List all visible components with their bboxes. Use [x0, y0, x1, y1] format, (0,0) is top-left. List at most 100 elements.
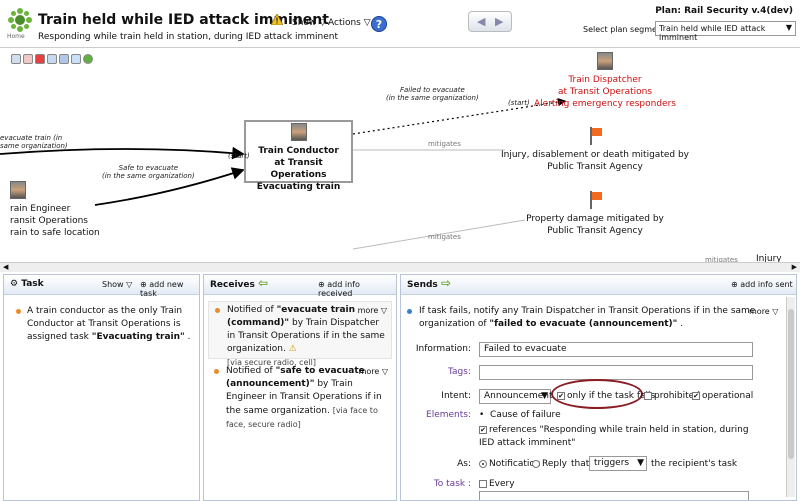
train-engineer-picture-icon — [10, 181, 26, 199]
header-bar: Home Train held while IED attack imminen… — [0, 0, 800, 48]
references-label: references "Responding while train held … — [479, 425, 749, 448]
home-logo-icon[interactable] — [8, 8, 32, 32]
task-description: A train conductor as the only Train Cond… — [16, 305, 196, 344]
add-info-sent-button[interactable]: ⊕ add info sent — [731, 280, 793, 289]
task-panel-header: ⚙ Task Show ▽ ⊕ add new task — [4, 275, 199, 298]
actions-menu[interactable]: Actions ▽ — [328, 18, 371, 28]
checkbox-checked-icon: ✔ — [557, 391, 565, 400]
task-select[interactable] — [479, 491, 749, 500]
node-line: rain to safe location — [10, 228, 100, 238]
mitigates-label: mitigates — [428, 233, 461, 241]
forward-arrow-icon[interactable]: ▶ — [495, 15, 503, 28]
bullet-icon — [214, 369, 219, 374]
edge-label-safe: Safe to evacuate (in the same organizatio… — [102, 164, 195, 180]
edge-line: Failed to evacuate — [399, 86, 465, 94]
reply-radio[interactable]: Reply — [532, 459, 567, 469]
add-new-task-button[interactable]: ⊕ add new task — [140, 280, 199, 298]
train-dispatcher-node[interactable]: Train Dispatcher at Transit Operations A… — [520, 52, 690, 110]
show-menu[interactable]: Show ▽ — [292, 18, 326, 28]
more-label: more — [749, 307, 770, 316]
references-checkbox[interactable]: ✔ references "Responding while train held… — [479, 424, 759, 450]
sends-panel: Sends ⇨ ⊕ add info sent If task fails, n… — [400, 274, 797, 501]
node-line: at Transit Operations — [557, 87, 653, 97]
receive-item[interactable]: more ▽ Notified of "safe to evacuate (an… — [208, 363, 392, 429]
sends-vertical-scrollbar[interactable] — [786, 297, 795, 497]
edge-label-failed: Failed to evacuate (in the same organizat… — [386, 86, 479, 102]
home-label[interactable]: Home — [7, 33, 25, 40]
chevron-down-icon: ▼ — [785, 23, 792, 32]
bullet-icon: • — [479, 410, 485, 420]
risk-node-partial[interactable]: Injury — [756, 253, 782, 262]
mitigates-label: mitigates — [428, 140, 461, 148]
more-menu[interactable]: more ▽ — [358, 304, 387, 317]
start-label: (start) — [228, 152, 250, 160]
receives-panel-header: Receives ⇦ ⊕ add info received — [204, 275, 396, 298]
edge-line: evacuate train (in — [0, 134, 63, 142]
train-conductor-node[interactable]: Train Conductor at Transit Operations Ev… — [244, 120, 353, 192]
risk-injury-node[interactable]: Injury, disablement or death mitigated b… — [500, 127, 690, 173]
node-line: Public Transit Agency — [547, 162, 643, 172]
node-line: at Transit Operations — [270, 158, 327, 180]
task-show-menu[interactable]: Show ▽ — [102, 280, 132, 289]
node-line: Property damage mitigated by — [526, 214, 664, 224]
every-checkbox[interactable]: Every — [479, 479, 515, 489]
map-horizontal-scrollbar[interactable]: ◀ ▶ — [0, 262, 800, 272]
add-info-received-button[interactable]: ⊕ add info received — [318, 280, 396, 298]
triggers-select[interactable]: triggers ▼ — [589, 456, 647, 471]
train-conductor-picture-icon — [290, 123, 307, 141]
task-show-label: Show — [102, 280, 124, 289]
segment-select[interactable]: Train held while IED attack imminent ▼ — [655, 21, 796, 42]
tags-field[interactable] — [479, 365, 753, 380]
task-suffix: . — [187, 332, 191, 342]
receive-item[interactable]: more ▽ Notified of "evacuate train (comm… — [208, 301, 392, 367]
tags-label[interactable]: Tags: — [411, 367, 471, 377]
plan-name[interactable]: Plan: Rail Security v.4(dev) — [655, 6, 793, 16]
sends-panel-title: Sends — [407, 280, 438, 290]
chevron-down-icon: ▼ — [637, 458, 644, 468]
node-line: Train Dispatcher — [568, 75, 642, 85]
node-line: rain Engineer — [10, 204, 71, 214]
only-if-fails-checkbox[interactable]: ✔ only if the task fails — [557, 391, 655, 401]
to-task-label[interactable]: To task : — [411, 479, 471, 489]
warning-icon: ⚠ — [288, 344, 297, 354]
add-info-sent-label: add info sent — [740, 280, 793, 289]
checkbox-icon — [479, 479, 487, 488]
edge-line: same organization) — [0, 142, 68, 150]
show-menu-label: Show — [292, 18, 317, 28]
page-subtitle: Responding while train held in station, … — [38, 32, 338, 42]
task-name-link[interactable]: "Evacuating train" — [92, 332, 185, 342]
operational-checkbox[interactable]: ✔ operational — [692, 391, 753, 401]
risk-property-node[interactable]: Property damage mitigated by Public Tran… — [500, 191, 690, 237]
train-dispatcher-picture-icon — [597, 52, 613, 70]
add-new-task-label: add new task — [140, 280, 184, 298]
recipient-label: the recipient's task — [651, 459, 738, 469]
summary-end: . — [680, 319, 684, 329]
back-arrow-icon[interactable]: ◀ — [477, 15, 485, 28]
flag-icon — [589, 191, 602, 209]
receives-panel-title: Receives — [210, 280, 255, 290]
bullet-icon — [16, 309, 21, 314]
information-field[interactable]: Failed to evacuate — [479, 342, 753, 357]
scroll-left-icon[interactable]: ◀ — [3, 263, 8, 271]
receive-prefix: Notified of — [227, 305, 274, 315]
more-menu[interactable]: more ▽ — [749, 307, 778, 316]
element-item: • Cause of failure — [479, 410, 561, 420]
send-info-name[interactable]: "failed to evacuate (announcement)" — [489, 319, 677, 329]
intent-select[interactable]: Announcement ▼ — [479, 389, 553, 404]
flow-map[interactable]: rain Engineer ransit Operations rain to … — [0, 49, 800, 262]
every-label: Every — [489, 479, 515, 489]
scroll-thumb[interactable] — [788, 309, 794, 459]
edge-line: (in the same organization) — [386, 94, 479, 102]
node-line: Evacuating train — [256, 182, 341, 192]
node-line: Public Transit Agency — [547, 226, 643, 236]
help-icon[interactable]: ? — [371, 16, 387, 32]
intent-label: Intent: — [441, 391, 471, 401]
page-title: Train held while IED attack imminent — [38, 12, 329, 28]
elements-label[interactable]: Elements: — [411, 410, 471, 420]
train-engineer-node[interactable]: rain Engineer ransit Operations rain to … — [10, 181, 100, 239]
more-menu[interactable]: more ▽ — [359, 365, 388, 378]
receives-panel: Receives ⇦ ⊕ add info received more ▽ No… — [203, 274, 397, 501]
triggers-value: triggers — [594, 458, 630, 468]
scroll-right-icon[interactable]: ▶ — [792, 263, 797, 271]
more-label: more — [357, 306, 379, 315]
